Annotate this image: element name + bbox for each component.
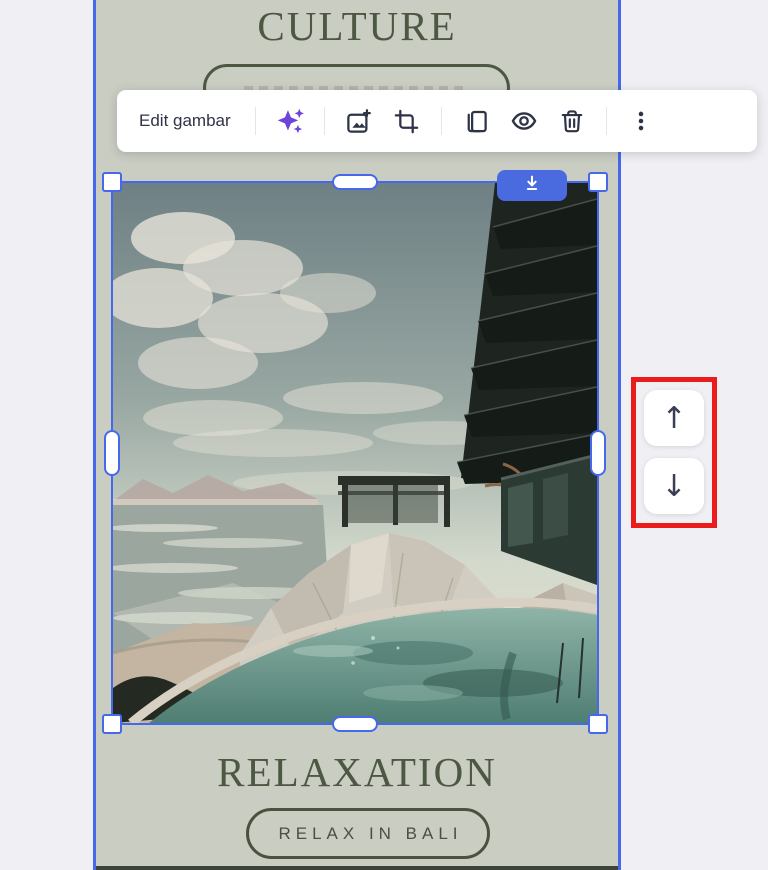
arrow-down-icon: ↓ xyxy=(661,468,687,504)
download-icon xyxy=(521,173,543,198)
crop-button[interactable] xyxy=(383,98,431,144)
resize-handle-left[interactable] xyxy=(104,430,120,476)
resize-handle-bottom-right[interactable] xyxy=(588,714,608,734)
toolbar-divider xyxy=(323,107,325,135)
relax-in-bali-button[interactable]: RELAX IN BALI xyxy=(246,808,490,859)
page-border-left xyxy=(93,0,96,870)
duplicate-icon xyxy=(462,108,489,135)
resort-photo[interactable] xyxy=(113,183,597,723)
image-context-toolbar: Edit gambar xyxy=(117,90,757,152)
reorder-controls-highlight: ↑ ↓ xyxy=(631,377,717,528)
duplicate-button[interactable] xyxy=(452,98,500,144)
toolbar-divider xyxy=(254,107,256,135)
eye-icon xyxy=(510,107,538,135)
replace-image-button[interactable] xyxy=(335,98,383,144)
resize-handle-bottom-left[interactable] xyxy=(102,714,122,734)
relaxation-heading[interactable]: RELAXATION xyxy=(93,748,621,796)
toolbar-divider xyxy=(605,107,607,135)
culture-heading[interactable]: CULTURE xyxy=(93,2,621,50)
crop-icon xyxy=(393,108,420,135)
move-up-button[interactable]: ↑ xyxy=(644,390,704,446)
preview-button[interactable] xyxy=(500,98,548,144)
download-button[interactable] xyxy=(497,170,567,201)
selected-image-frame[interactable] xyxy=(102,172,608,734)
delete-button[interactable] xyxy=(548,98,596,144)
edit-image-button[interactable]: Edit gambar xyxy=(133,111,245,131)
trash-icon xyxy=(559,108,585,134)
resize-handle-top-right[interactable] xyxy=(588,172,608,192)
resize-handle-top-left[interactable] xyxy=(102,172,122,192)
toolbar-divider xyxy=(440,107,442,135)
resize-handle-top[interactable] xyxy=(332,174,378,190)
magic-edit-button[interactable] xyxy=(266,98,314,144)
arrow-up-icon: ↑ xyxy=(661,400,687,436)
magic-sparkle-icon xyxy=(275,106,305,136)
resize-handle-bottom[interactable] xyxy=(332,716,378,732)
replace-image-icon xyxy=(345,108,372,135)
resize-handle-right[interactable] xyxy=(590,430,606,476)
more-options-button[interactable] xyxy=(617,98,665,144)
move-down-button[interactable]: ↓ xyxy=(644,458,704,514)
kebab-menu-icon xyxy=(628,108,654,134)
next-section-edge xyxy=(96,866,618,870)
